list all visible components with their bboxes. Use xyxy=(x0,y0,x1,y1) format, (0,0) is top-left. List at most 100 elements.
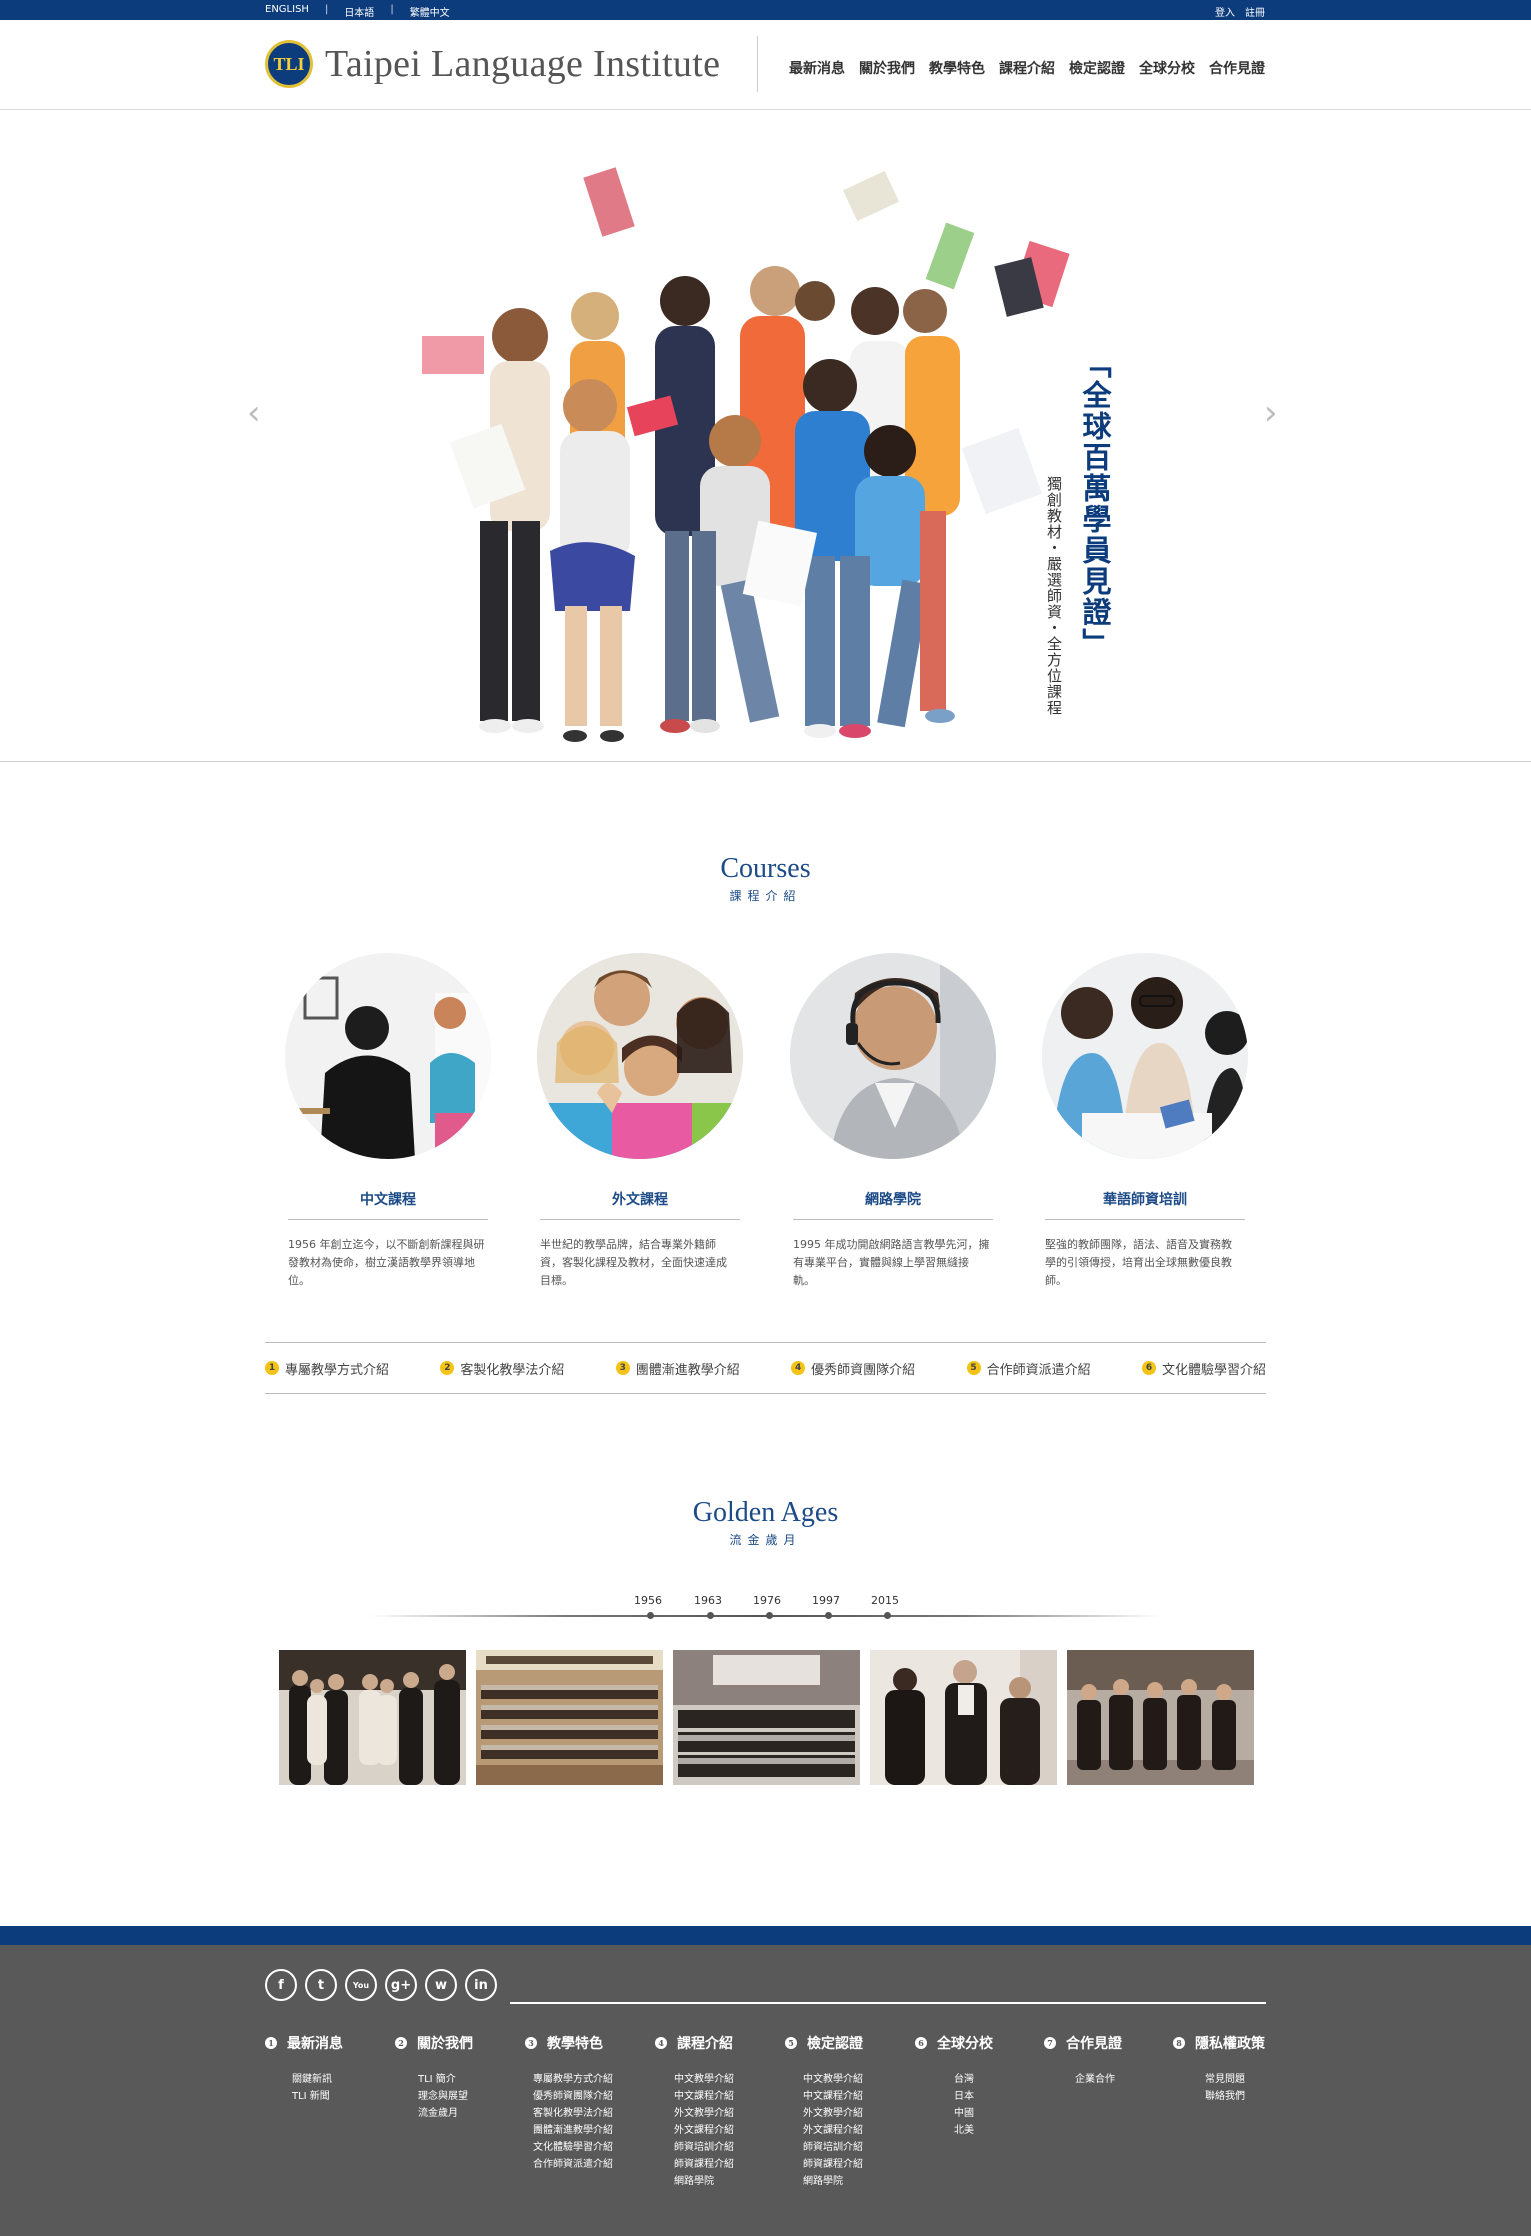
footer-link[interactable]: 中文課程介紹 xyxy=(803,2088,905,2105)
history-photo-2[interactable] xyxy=(476,1650,663,1785)
feature-label: 文化體驗學習介紹 xyxy=(1161,1362,1266,1378)
footer-link[interactable]: 師資培訓介紹 xyxy=(803,2139,905,2156)
footer-link[interactable]: 中文教學介紹 xyxy=(674,2071,775,2088)
register-link[interactable]: 註冊 xyxy=(1245,4,1265,19)
slider-next-arrow-icon[interactable]: › xyxy=(1264,393,1278,433)
footer-link[interactable]: 企業合作 xyxy=(1075,2071,1164,2088)
twitter-icon[interactable]: t xyxy=(305,1969,337,2001)
google-plus-icon[interactable]: g+ xyxy=(385,1969,417,2001)
footer-link[interactable]: 外文教學介紹 xyxy=(803,2105,905,2122)
nav-courses[interactable]: 課程介紹 xyxy=(999,58,1055,78)
footer-link[interactable]: 日本 xyxy=(954,2088,1035,2105)
footer-link[interactable]: 台灣 xyxy=(954,2071,1035,2088)
footer-link[interactable]: 合作師資派遣介紹 xyxy=(533,2156,645,2173)
golden-title-zh: 流金歲月 xyxy=(729,1533,802,1547)
footer-heading-news[interactable]: 1 最新消息 xyxy=(265,2033,385,2053)
feature-label: 優秀師資團隊介紹 xyxy=(811,1362,916,1378)
youtube-icon[interactable]: You xyxy=(345,1969,377,2001)
course-title-online[interactable]: 網路學院 xyxy=(790,1189,996,1209)
history-photo-1[interactable] xyxy=(279,1650,466,1785)
footer-link[interactable]: TLI 簡介 xyxy=(418,2071,515,2088)
logo-text: Taipei Language Institute xyxy=(325,43,721,85)
course-title-teacher-training[interactable]: 華語師資培訓 xyxy=(1042,1189,1248,1209)
course-image-online[interactable] xyxy=(790,953,996,1159)
feature-link-cultural-experience[interactable]: 6 文化體驗學習介紹 xyxy=(1141,1359,1266,1378)
feature-label: 客製化教學法介紹 xyxy=(460,1362,565,1378)
footer-link[interactable]: 關鍵新訊 xyxy=(292,2071,385,2088)
feature-number-badge: 1 xyxy=(265,1361,279,1375)
timeline-year-2015[interactable]: 2015 xyxy=(871,1594,899,1607)
course-title-foreign[interactable]: 外文課程 xyxy=(537,1189,743,1209)
lang-traditional-chinese[interactable]: 繁體中文 xyxy=(410,4,466,19)
feature-link-exclusive-method[interactable]: 1 專屬教學方式介紹 xyxy=(265,1359,389,1378)
login-link[interactable]: 登入 xyxy=(1215,4,1235,19)
timeline-year-1997[interactable]: 1997 xyxy=(812,1594,840,1607)
footer-column-teaching: 3 教學特色 專屬教學方式介紹 優秀師資團隊介紹 客製化教學法介紹 團體漸進教學介… xyxy=(525,2033,645,2173)
footer-link[interactable]: 外文課程介紹 xyxy=(674,2122,775,2139)
history-photo-4[interactable] xyxy=(870,1650,1057,1785)
footer-link[interactable]: 常見問題 xyxy=(1205,2071,1273,2088)
timeline-year-1963[interactable]: 1963 xyxy=(694,1594,722,1607)
footer-heading-courses[interactable]: 4 課程介紹 xyxy=(655,2033,775,2053)
footer-link[interactable]: 中文課程介紹 xyxy=(674,2088,775,2105)
lang-english[interactable]: ENGLISH xyxy=(265,4,325,19)
footer-link[interactable]: 優秀師資團隊介紹 xyxy=(533,2088,645,2105)
feature-link-teacher-team[interactable]: 4 優秀師資團隊介紹 xyxy=(791,1359,915,1378)
footer-link[interactable]: 網路學院 xyxy=(803,2173,905,2190)
timeline-year-1956[interactable]: 1956 xyxy=(634,1594,662,1607)
footer-link[interactable]: 中國 xyxy=(954,2105,1035,2122)
footer-heading-certification[interactable]: 5 檢定認證 xyxy=(785,2033,905,2053)
feature-number-badge: 5 xyxy=(966,1361,981,1375)
course-image-chinese[interactable] xyxy=(285,953,491,1159)
footer-heading-about[interactable]: 2 關於我們 xyxy=(395,2033,515,2053)
footer-link[interactable]: 流金歲月 xyxy=(418,2105,515,2122)
footer-link[interactable]: 理念與展望 xyxy=(418,2088,515,2105)
footer-link[interactable]: TLI 新聞 xyxy=(292,2088,385,2105)
timeline-line xyxy=(370,1615,1160,1617)
facebook-icon[interactable]: f xyxy=(265,1969,297,2001)
course-title-chinese[interactable]: 中文課程 xyxy=(285,1189,491,1209)
footer-heading-branches[interactable]: 6 全球分校 xyxy=(915,2033,1035,2053)
nav-branches[interactable]: 全球分校 xyxy=(1139,58,1195,78)
footer-number-badge: 6 xyxy=(915,2037,927,2049)
nav-certification[interactable]: 檢定認證 xyxy=(1069,58,1125,78)
footer-link[interactable]: 師資培訓介紹 xyxy=(674,2139,775,2156)
footer-link[interactable]: 團體漸進教學介紹 xyxy=(533,2122,645,2139)
hero-subline: 獨創教材・嚴選師資・全方位課程 xyxy=(1045,476,1063,716)
footer-link[interactable]: 北美 xyxy=(954,2122,1035,2139)
site-logo[interactable]: TLI Taipei Language Institute xyxy=(265,40,720,88)
footer-link[interactable]: 專屬教學方式介紹 xyxy=(533,2071,645,2088)
nav-partners[interactable]: 合作見證 xyxy=(1209,58,1265,78)
footer-link[interactable]: 師資課程介紹 xyxy=(674,2156,775,2173)
footer-link[interactable]: 客製化教學法介紹 xyxy=(533,2105,645,2122)
slider-prev-arrow-icon[interactable]: ‹ xyxy=(247,393,261,433)
history-photo-3[interactable] xyxy=(673,1650,860,1785)
course-image-teacher-training[interactable] xyxy=(1042,953,1248,1159)
timeline-year-1976[interactable]: 1976 xyxy=(753,1594,781,1607)
nav-news[interactable]: 最新消息 xyxy=(789,58,845,78)
nav-about[interactable]: 關於我們 xyxy=(859,58,915,78)
feature-link-teacher-dispatch[interactable]: 5 合作師資派遣介紹 xyxy=(966,1359,1091,1378)
linkedin-icon[interactable]: in xyxy=(465,1969,497,2001)
history-photo-5[interactable] xyxy=(1067,1650,1254,1785)
footer-number-badge: 5 xyxy=(785,2037,797,2049)
course-image-foreign[interactable] xyxy=(537,953,743,1159)
footer-link[interactable]: 師資課程介紹 xyxy=(803,2156,905,2173)
weibo-icon[interactable]: w xyxy=(425,1969,457,2001)
footer-heading-partners[interactable]: 7 合作見證 xyxy=(1044,2033,1164,2053)
feature-link-group-progressive[interactable]: 3 團體漸進教學介紹 xyxy=(615,1359,740,1378)
footer-link[interactable]: 中文教學介紹 xyxy=(803,2071,905,2088)
footer-link[interactable]: 文化體驗學習介紹 xyxy=(533,2139,645,2156)
footer-link[interactable]: 外文課程介紹 xyxy=(803,2122,905,2139)
course-desc-foreign: 半世紀的教學品牌，結合專業外籍師資，客製化課程及教材，全面快速達成目標。 xyxy=(540,1238,727,1287)
footer-link[interactable]: 外文教學介紹 xyxy=(674,2105,775,2122)
footer-link[interactable]: 聯絡我們 xyxy=(1205,2088,1273,2105)
nav-teaching-features[interactable]: 教學特色 xyxy=(929,58,985,78)
footer-heading-privacy[interactable]: 8 隱私權政策 xyxy=(1173,2033,1273,2053)
footer-link[interactable]: 網路學院 xyxy=(674,2173,775,2190)
footer-heading-teaching[interactable]: 3 教學特色 xyxy=(525,2033,645,2053)
lang-japanese[interactable]: 日本語 xyxy=(344,4,390,19)
feature-link-custom-method[interactable]: 2 客製化教學法介紹 xyxy=(440,1359,564,1378)
footer-number-badge: 8 xyxy=(1173,2037,1185,2049)
footer-column-privacy: 8 隱私權政策 常見問題 聯絡我們 xyxy=(1173,2033,1273,2105)
